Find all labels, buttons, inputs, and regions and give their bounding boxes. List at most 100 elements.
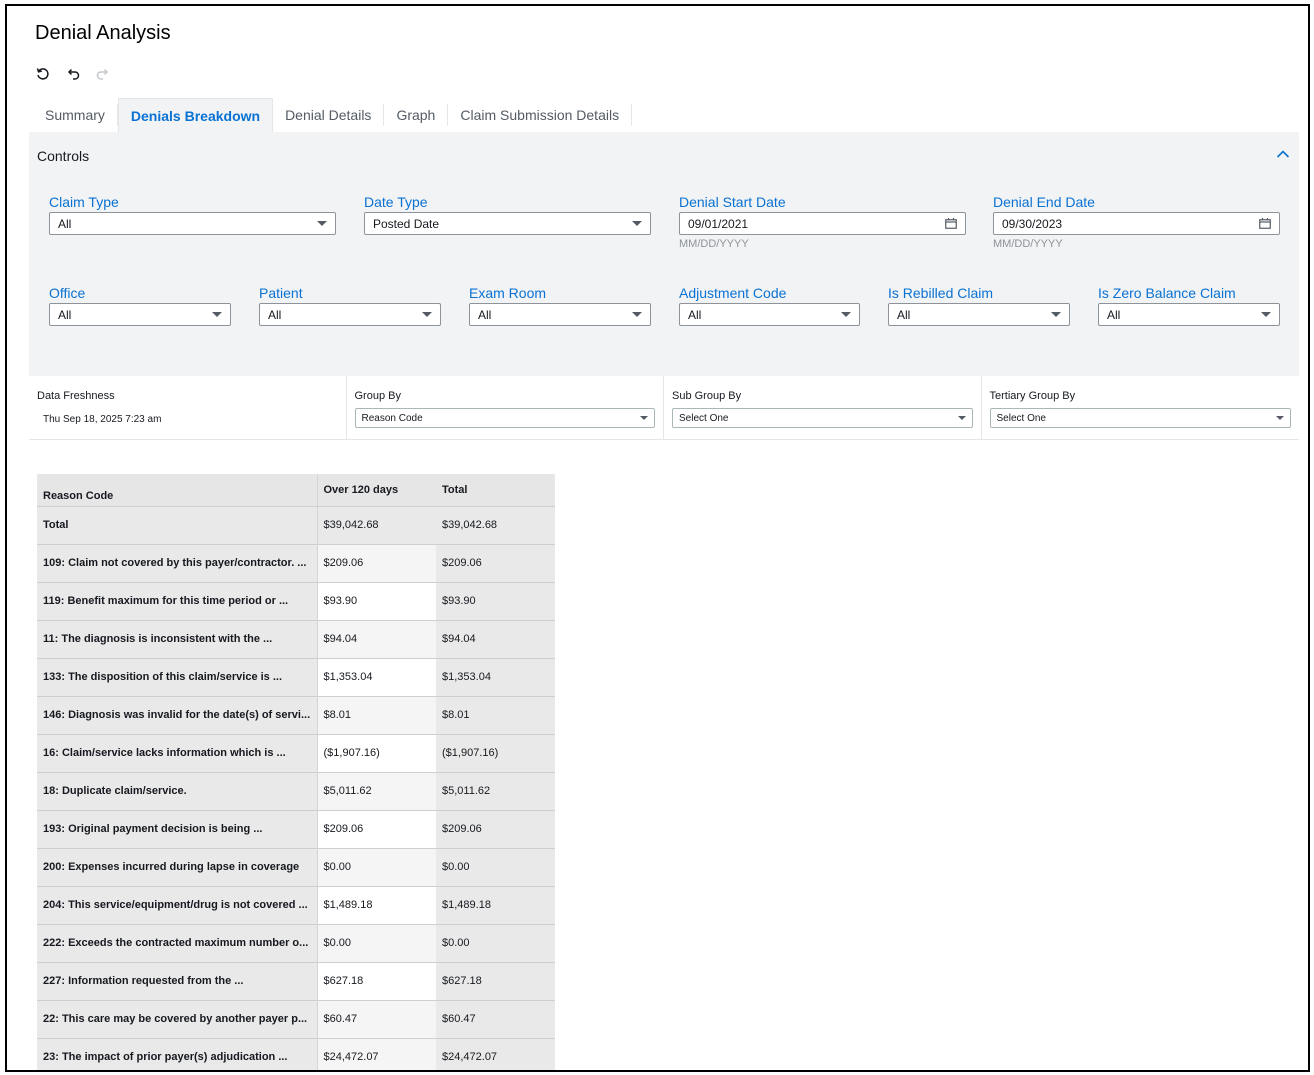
tab-summary[interactable]: Summary	[33, 104, 118, 126]
date-format-hint: MM/DD/YYYY	[993, 238, 1063, 250]
denial-end-date-input[interactable]: 09/30/2023	[993, 212, 1280, 235]
sub-group-by-field: Sub Group By Select One	[664, 376, 982, 439]
tab-claim-submission-details[interactable]: Claim Submission Details	[448, 104, 633, 126]
denial-start-date-input[interactable]: 09/01/2021	[679, 212, 966, 235]
patient-select[interactable]: All	[259, 303, 441, 326]
page-title: Denial Analysis	[35, 22, 171, 44]
chevron-up-icon[interactable]	[1275, 146, 1291, 162]
date-type-select[interactable]: Posted Date	[364, 212, 651, 235]
over-120-days-cell: $60.47	[316, 1000, 436, 1039]
calendar-icon[interactable]	[1259, 218, 1271, 229]
is-zero-balance-claim-label: Is Zero Balance Claim	[1098, 285, 1236, 301]
tertiary-group-by-field: Tertiary Group By Select One	[982, 376, 1300, 439]
total-cell: $209.06	[436, 544, 555, 583]
over-120-days-cell: ($1,907.16)	[316, 734, 436, 773]
redo-icon[interactable]	[95, 66, 111, 82]
caret-down-icon	[1261, 312, 1271, 317]
sub-group-by-label: Sub Group By	[672, 390, 742, 402]
denials-table-container: Reason Code Over 120 days Total Total $39…	[37, 474, 555, 1070]
table-row: 222: Exceeds the contracted maximum numb…	[37, 924, 555, 963]
over-120-days-cell: $209.06	[316, 810, 436, 849]
caret-down-icon	[632, 312, 642, 317]
tab-bar: Summary Denials Breakdown Denial Details…	[33, 98, 633, 132]
denial-start-date-field: Denial Start Date 09/01/2021 MM/DD/YYYY	[679, 194, 966, 250]
exam-room-select[interactable]: All	[469, 303, 651, 326]
reason-code-cell: 109: Claim not covered by this payer/con…	[37, 544, 317, 583]
undo-icon[interactable]	[65, 66, 81, 82]
table-row: 16: Claim/service lacks information whic…	[37, 734, 555, 773]
column-header-over-120-days[interactable]: Over 120 days	[316, 474, 436, 507]
table-row: 109: Claim not covered by this payer/con…	[37, 544, 555, 583]
tab-denial-details[interactable]: Denial Details	[273, 104, 385, 126]
caret-down-icon	[632, 221, 642, 226]
total-cell: $0.00	[436, 848, 555, 887]
reason-code-cell: 11: The diagnosis is inconsistent with t…	[37, 620, 317, 659]
toolbar	[35, 66, 111, 82]
reason-code-cell: 146: Diagnosis was invalid for the date(…	[37, 696, 317, 735]
exam-room-field: Exam Room All	[469, 285, 651, 326]
total-cell: $39,042.68	[436, 506, 555, 545]
over-120-days-cell: $0.00	[316, 848, 436, 887]
over-120-days-cell: $24,472.07	[316, 1038, 436, 1070]
controls-heading: Controls	[37, 148, 90, 164]
total-cell: $5,011.62	[436, 772, 555, 811]
table-row: 133: The disposition of this claim/servi…	[37, 658, 555, 697]
reason-code-cell: 200: Expenses incurred during lapse in c…	[37, 848, 317, 887]
over-120-days-cell: $0.00	[316, 924, 436, 963]
total-cell: $209.06	[436, 810, 555, 849]
total-cell: ($1,907.16)	[436, 734, 555, 773]
tab-graph[interactable]: Graph	[384, 104, 449, 126]
claim-type-select[interactable]: All	[49, 212, 336, 235]
patient-label: Patient	[259, 285, 303, 301]
calendar-icon[interactable]	[945, 218, 957, 229]
data-freshness-value: Thu Sep 18, 2025 7:23 am	[43, 414, 162, 425]
reason-code-cell: 222: Exceeds the contracted maximum numb…	[37, 924, 317, 963]
group-by-field: Group By Reason Code	[347, 376, 664, 439]
total-cell: $0.00	[436, 924, 555, 963]
column-header-reason-code[interactable]: Reason Code	[37, 474, 317, 507]
total-cell: $93.90	[436, 582, 555, 621]
data-freshness: Data Freshness Thu Sep 18, 2025 7:23 am	[29, 376, 347, 439]
reason-code-cell: 18: Duplicate claim/service.	[37, 772, 317, 811]
table-total-row: Total $39,042.68 $39,042.68	[37, 506, 555, 545]
table-row: 193: Original payment decision is being …	[37, 810, 555, 849]
group-by-label: Group By	[354, 390, 401, 402]
denial-start-date-label: Denial Start Date	[679, 194, 786, 210]
caret-down-icon	[841, 312, 851, 317]
total-cell: $94.04	[436, 620, 555, 659]
exam-room-label: Exam Room	[469, 285, 547, 301]
app-window: Denial Analysis Summary Denials Breakdow…	[5, 4, 1310, 1072]
over-120-days-cell: $1,353.04	[316, 658, 436, 697]
is-rebilled-claim-field: Is Rebilled Claim All	[888, 285, 1070, 326]
reason-code-cell: 193: Original payment decision is being …	[37, 810, 317, 849]
table-row: 11: The diagnosis is inconsistent with t…	[37, 620, 555, 659]
group-by-select[interactable]: Reason Code	[354, 408, 655, 428]
total-cell: $1,489.18	[436, 886, 555, 925]
is-zero-balance-claim-select[interactable]: All	[1098, 303, 1280, 326]
column-header-total[interactable]: Total	[436, 474, 555, 507]
tab-denials-breakdown[interactable]: Denials Breakdown	[117, 98, 274, 132]
reason-code-cell: 22: This care may be covered by another …	[37, 1000, 317, 1039]
office-select[interactable]: All	[49, 303, 231, 326]
refresh-icon[interactable]	[35, 66, 51, 82]
date-type-field: Date Type Posted Date	[364, 194, 651, 235]
total-cell: $1,353.04	[436, 658, 555, 697]
office-field: Office All	[49, 285, 231, 326]
tertiary-group-by-select[interactable]: Select One	[989, 408, 1291, 428]
total-cell: $8.01	[436, 696, 555, 735]
adjustment-code-label: Adjustment Code	[679, 285, 787, 301]
adjustment-code-select[interactable]: All	[679, 303, 860, 326]
grouping-bar: Data Freshness Thu Sep 18, 2025 7:23 am …	[29, 376, 1299, 440]
caret-down-icon	[422, 312, 432, 317]
over-120-days-cell: $1,489.18	[316, 886, 436, 925]
sub-group-by-select[interactable]: Select One	[672, 408, 973, 428]
adjustment-code-field: Adjustment Code All	[679, 285, 860, 326]
over-120-days-cell: $627.18	[316, 962, 436, 1001]
controls-panel: Controls Claim Type All Date Type Posted…	[29, 132, 1299, 376]
is-rebilled-claim-select[interactable]: All	[888, 303, 1070, 326]
reason-code-cell: 16: Claim/service lacks information whic…	[37, 734, 317, 773]
reason-code-cell: 133: The disposition of this claim/servi…	[37, 658, 317, 697]
data-freshness-label: Data Freshness	[37, 390, 115, 402]
caret-down-icon	[317, 221, 327, 226]
reason-code-cell: Total	[37, 506, 317, 545]
